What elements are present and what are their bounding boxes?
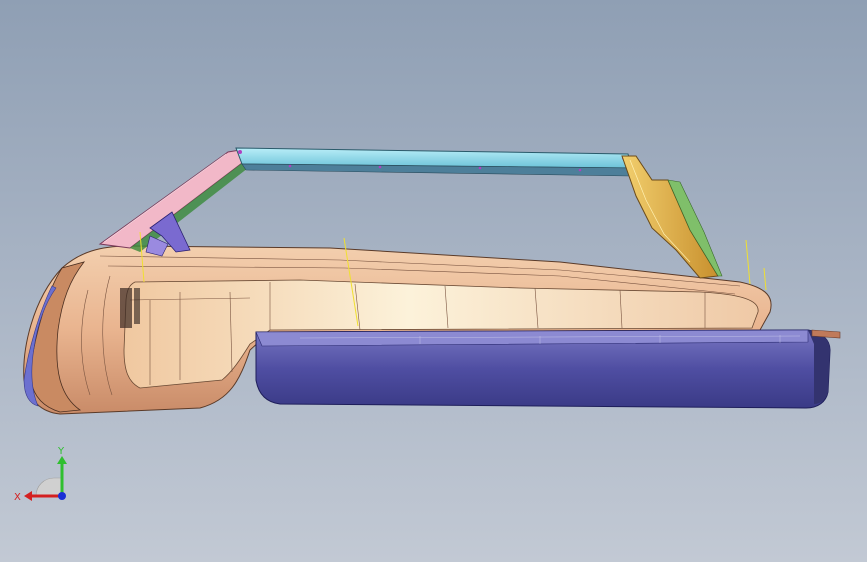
rear-pillar[interactable] xyxy=(621,155,723,279)
z-axis-icon xyxy=(58,492,66,500)
coordinate-triad: X Y xyxy=(14,446,67,503)
cad-viewport[interactable]: X Y xyxy=(0,0,867,562)
lower-side-rail[interactable] xyxy=(255,329,841,409)
x-axis-label: X xyxy=(14,492,21,503)
y-axis-label: Y xyxy=(57,446,65,457)
cad-model-view[interactable] xyxy=(0,0,867,562)
roof-bar[interactable] xyxy=(235,147,633,177)
